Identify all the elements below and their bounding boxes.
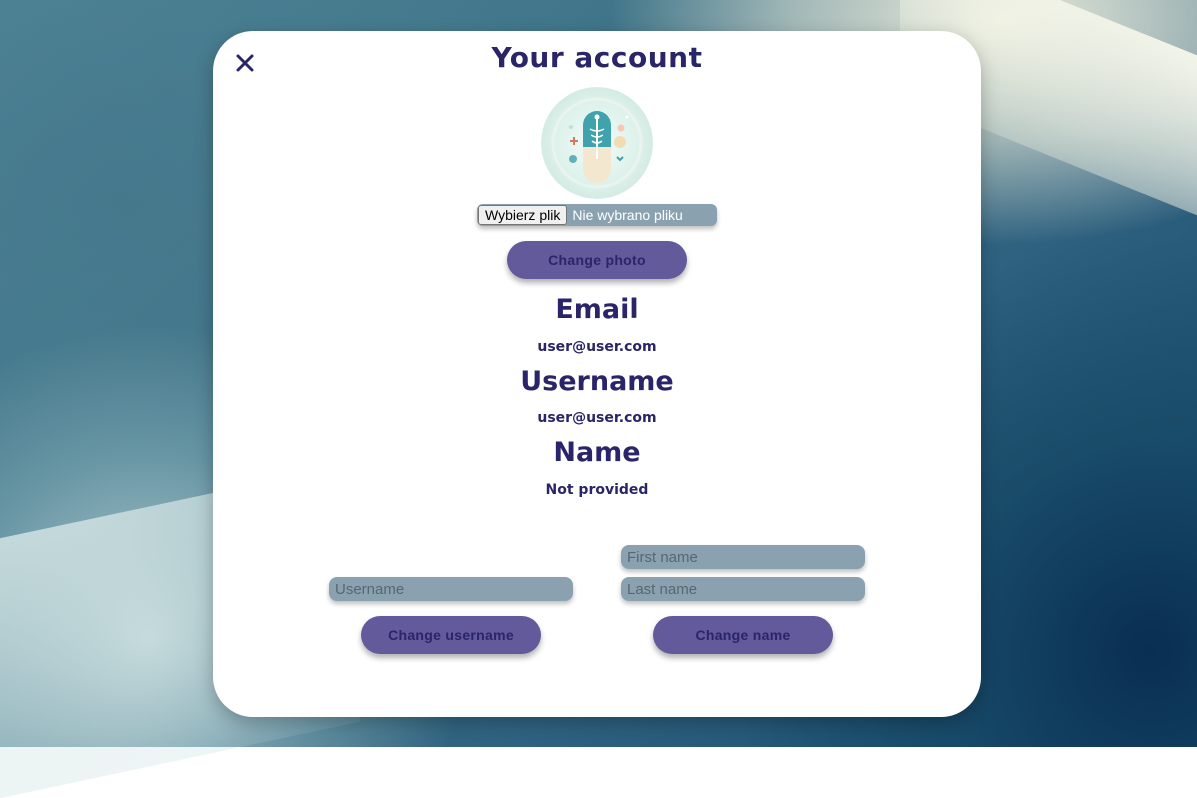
avatar xyxy=(541,87,653,199)
account-modal: Your account Wybierz plik Nie wybrano pl… xyxy=(213,31,981,717)
change-name-button[interactable]: Change name xyxy=(653,616,833,654)
first-name-input[interactable] xyxy=(621,545,865,569)
name-heading: Name xyxy=(553,437,641,468)
username-heading: Username xyxy=(520,366,674,397)
last-name-input[interactable] xyxy=(621,577,865,601)
change-username-button[interactable]: Change username xyxy=(361,616,541,654)
name-value: Not provided xyxy=(545,482,649,498)
email-heading: Email xyxy=(555,294,639,325)
modal-title: Your account xyxy=(491,41,703,74)
change-photo-button[interactable]: Change photo xyxy=(507,241,687,279)
username-input[interactable] xyxy=(329,577,573,601)
file-status-text: Nie wybrano pliku xyxy=(572,207,683,223)
username-value: user@user.com xyxy=(537,410,657,426)
choose-file-button[interactable]: Wybierz plik xyxy=(478,205,568,225)
email-value: user@user.com xyxy=(537,339,657,355)
photo-file-input[interactable]: Wybierz plik Nie wybrano pliku xyxy=(477,204,717,226)
